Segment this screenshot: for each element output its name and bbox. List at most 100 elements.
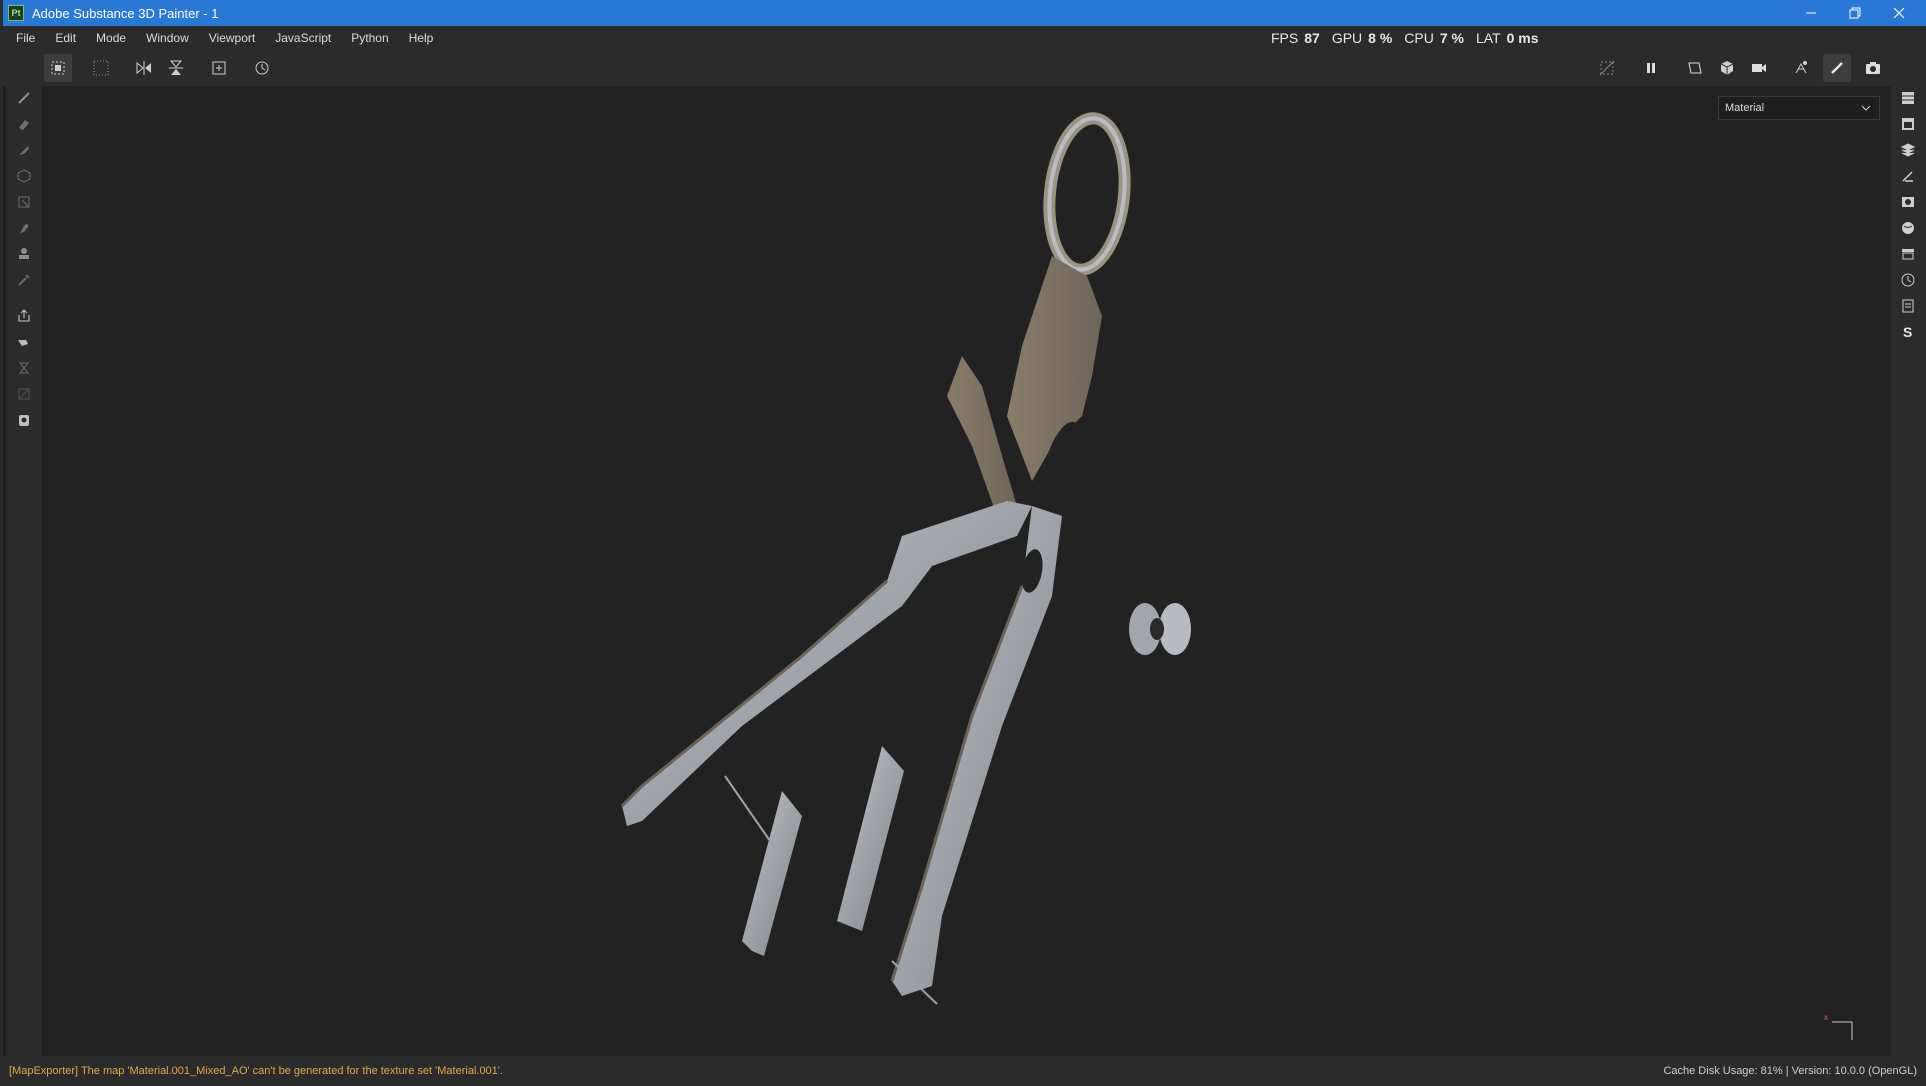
uv-icon (18, 388, 30, 400)
texture-set-settings-icon (1902, 118, 1914, 130)
paint-brush-icon (1831, 62, 1843, 74)
menu-viewport[interactable]: Viewport (199, 31, 265, 45)
gpu-label: GPU (1331, 30, 1363, 46)
lat-value: 0 ms (1506, 30, 1539, 46)
fps-label: FPS (1271, 30, 1299, 46)
color-picker-icon (18, 274, 30, 286)
viewport-toolbar (3, 50, 1926, 87)
reset-camera-icon (255, 61, 269, 75)
shelf-icon (1902, 249, 1914, 260)
menu-edit[interactable]: Edit (45, 31, 86, 45)
svg-text:S: S (1903, 324, 1912, 340)
reset-camera-button[interactable] (248, 54, 276, 82)
cube-view-icon (1720, 61, 1734, 75)
environment-button[interactable] (1896, 216, 1920, 240)
color-picker-tool[interactable] (12, 268, 36, 292)
geometry-fill-tool[interactable] (12, 164, 36, 188)
add-button[interactable] (205, 54, 233, 82)
bake-icon (18, 309, 30, 322)
projection-tool[interactable] (12, 138, 36, 162)
cpu-value: 7 % (1439, 30, 1464, 46)
cache-version-info: Cache Disk Usage: 81% | Version: 10.0.0 … (1663, 1065, 1917, 1077)
eraser-tool[interactable] (12, 112, 36, 136)
menu-file[interactable]: File (6, 31, 45, 45)
pause-icon (1647, 63, 1655, 73)
display-mode-select[interactable]: Material (1718, 96, 1880, 120)
smudge-icon (20, 224, 29, 233)
paint-icon (18, 92, 30, 104)
screenshot-icon (1866, 62, 1880, 74)
clone-icon (19, 248, 29, 259)
camera-icon (1752, 64, 1766, 72)
uv-tool[interactable] (12, 382, 36, 406)
quick-mask-tool[interactable] (12, 356, 36, 380)
history-icon (1901, 273, 1915, 287)
properties-button[interactable] (1896, 164, 1920, 188)
lat-label: LAT (1475, 30, 1501, 46)
symmetry-x-icon (136, 61, 151, 75)
display-mode-value: Material (1725, 102, 1765, 114)
window-title: Adobe Substance 3D Painter - 1 (32, 5, 219, 21)
texture-sets-icon (1902, 92, 1914, 104)
axis-gizmo-icon: x (1824, 1013, 1853, 1040)
stencil-icon (19, 415, 29, 426)
history-button[interactable] (1896, 268, 1920, 292)
3d-viewport[interactable]: Material x (42, 86, 1891, 1056)
display-settings-icon (1902, 197, 1914, 207)
minimize-icon (1806, 12, 1816, 14)
hide-icon (1599, 60, 1615, 76)
close-button[interactable] (1877, 0, 1921, 26)
log-button[interactable] (1896, 294, 1920, 318)
pause-button[interactable] (1637, 54, 1665, 82)
selection-mode-icon (51, 61, 65, 75)
menu-window[interactable]: Window (136, 31, 199, 45)
selection-mode-button[interactable] (44, 54, 72, 82)
layers-button[interactable] (1896, 138, 1920, 162)
grid-mode-button[interactable] (87, 54, 115, 82)
smudge-tool[interactable] (12, 216, 36, 240)
hide-button[interactable] (1593, 54, 1621, 82)
restore-button[interactable] (1833, 0, 1877, 26)
cube-view-button[interactable] (1713, 54, 1741, 82)
menu-python[interactable]: Python (341, 31, 398, 45)
clone-tool[interactable] (12, 242, 36, 266)
display-settings-button[interactable] (1896, 190, 1920, 214)
eraser-icon (19, 120, 29, 130)
texture-set-settings-button[interactable] (1896, 112, 1920, 136)
polygon-fill-icon (18, 196, 30, 208)
title-bar: Pt Adobe Substance 3D Painter - 1 (3, 0, 1926, 26)
bake-tool[interactable] (12, 304, 36, 328)
shelf-button[interactable] (1896, 242, 1920, 266)
iray-button[interactable] (1787, 54, 1815, 82)
paint-brush-button[interactable] (1823, 54, 1851, 82)
fps-value: 87 (1304, 30, 1320, 46)
status-message: [MapExporter] The map 'Material.001_Mixe… (9, 1065, 503, 1077)
material-picker-tool[interactable] (12, 330, 36, 354)
substance-button[interactable]: S (1896, 320, 1920, 344)
iray-icon (1795, 61, 1807, 74)
polygon-fill-tool[interactable] (12, 190, 36, 214)
screenshot-button[interactable] (1859, 54, 1887, 82)
menu-help[interactable]: Help (399, 31, 444, 45)
menu-mode[interactable]: Mode (86, 31, 136, 45)
camera-button[interactable] (1745, 54, 1773, 82)
add-icon (212, 61, 226, 75)
close-icon (1893, 7, 1905, 19)
svg-text:x: x (1824, 1013, 1828, 1022)
minimize-button[interactable] (1789, 0, 1833, 26)
frame-icon (1688, 62, 1702, 74)
grid-mode-icon (93, 60, 109, 76)
chevron-down-icon (1861, 105, 1871, 111)
frame-button[interactable] (1681, 54, 1709, 82)
status-bar: [MapExporter] The map 'Material.001_Mixe… (3, 1056, 1926, 1086)
layers-icon (1900, 143, 1916, 157)
symmetry-y-button[interactable] (162, 54, 190, 82)
stencil-tool[interactable] (12, 408, 36, 432)
quick-mask-icon (18, 362, 30, 374)
texture-sets-button[interactable] (1896, 86, 1920, 110)
menu-javascript[interactable]: JavaScript (265, 31, 341, 45)
environment-icon (1902, 222, 1914, 234)
cpu-label: CPU (1404, 30, 1434, 46)
paint-tool[interactable] (12, 86, 36, 110)
symmetry-x-button[interactable] (130, 54, 158, 82)
